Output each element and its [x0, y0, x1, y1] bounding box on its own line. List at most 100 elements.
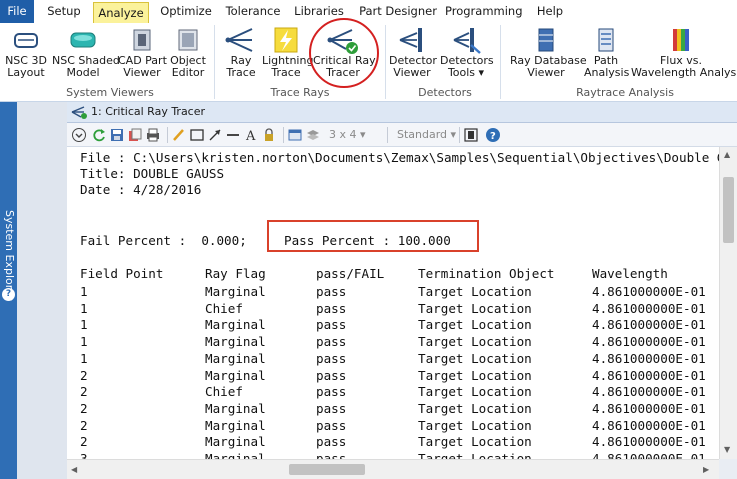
nsc-shaded-model-icon: [70, 32, 96, 48]
group-label-detectors: Detectors: [418, 86, 472, 99]
save-icon[interactable]: [109, 127, 125, 143]
cell-termination-object: Target Location: [418, 367, 532, 383]
horizontal-scroll-thumb[interactable]: [289, 464, 365, 475]
group-separator: [500, 25, 501, 99]
system-explorer-tab[interactable]: System Explorer ?: [0, 102, 17, 479]
cell-ray-flag: Marginal: [205, 400, 266, 416]
copy-icon[interactable]: [127, 127, 143, 143]
group-label-raytrace-analysis: Raytrace Analysis: [576, 86, 674, 99]
vertical-scrollbar[interactable]: ▲ ▼: [719, 147, 737, 459]
scroll-right-icon[interactable]: ▶: [703, 465, 709, 474]
menu-analyze[interactable]: Analyze: [93, 2, 149, 24]
lightning-trace-button[interactable]: Lightning Trace: [262, 25, 313, 79]
file-path-line: File : C:\Users\kristen.norton\Documents…: [80, 150, 719, 165]
path-analysis-button[interactable]: Path Analysis: [584, 25, 629, 79]
menu-file[interactable]: File: [0, 0, 34, 23]
detectors-tools-icon: [453, 28, 481, 54]
menu-optimize[interactable]: Optimize: [155, 0, 217, 23]
cell-termination-object: Target Location: [418, 317, 532, 333]
flux-vs-wavelength-button[interactable]: Flux vs. Wavelength Analysis: [631, 25, 737, 79]
cell-wavelength: 4.861000000E-01: [592, 350, 706, 366]
ray-database-viewer-button[interactable]: Ray Database Viewer: [510, 25, 587, 79]
help-icon[interactable]: ?: [2, 288, 15, 301]
cell-ray-flag: Marginal: [205, 350, 266, 366]
cell-ray-flag: Marginal: [205, 284, 266, 299]
cell-termination-object: Target Location: [418, 451, 532, 459]
fail-percent-line: Fail Percent : 0.000;: [80, 233, 247, 248]
rectangle-tool-icon[interactable]: [189, 127, 205, 143]
menu-help[interactable]: Help: [530, 0, 570, 23]
cell-field-point: 1: [80, 300, 88, 316]
cell-termination-object: Target Location: [418, 284, 532, 299]
cell-pass-fail: pass: [316, 300, 347, 316]
refresh-icon[interactable]: [91, 127, 107, 143]
cell-wavelength: 4.861000000E-01: [592, 434, 706, 450]
object-editor-button[interactable]: Object Editor: [168, 25, 208, 79]
cell-field-point: 1: [80, 317, 88, 333]
cell-termination-object: Target Location: [418, 384, 532, 400]
cell-wavelength: 4.861000000E-01: [592, 451, 706, 459]
text-tool-icon[interactable]: A: [243, 127, 259, 144]
cell-termination-object: Target Location: [418, 300, 532, 316]
settings-dropdown-icon[interactable]: [71, 127, 87, 143]
cell-field-point: 2: [80, 417, 88, 433]
nsc-3d-layout-button[interactable]: NSC 3D Layout: [4, 25, 48, 79]
nsc-shaded-model-button[interactable]: NSC Shaded Model: [52, 25, 120, 79]
cell-ray-flag: Marginal: [205, 334, 266, 350]
lock-icon[interactable]: [261, 127, 277, 143]
scroll-down-icon[interactable]: ▼: [724, 445, 730, 454]
pencil-icon[interactable]: [171, 127, 187, 143]
column-header: Ray Flag: [205, 266, 266, 281]
cell-field-point: 2: [80, 367, 88, 383]
cell-termination-object: Target Location: [418, 434, 532, 450]
fit-window-icon[interactable]: [463, 127, 479, 143]
scroll-left-icon[interactable]: ◀: [71, 465, 77, 474]
pass-percent-line: Pass Percent : 100.000: [284, 233, 451, 248]
detector-viewer-icon: [399, 28, 422, 52]
grid-size-dropdown[interactable]: 3 x 4 ▾: [329, 128, 366, 141]
detectors-tools-button[interactable]: Detectors Tools ▾: [440, 25, 494, 79]
window-layout-icon[interactable]: [287, 127, 303, 143]
detector-viewer-button[interactable]: Detector Viewer: [389, 25, 437, 79]
scroll-up-icon[interactable]: ▲: [724, 150, 730, 159]
column-header: Wavelength: [592, 266, 668, 281]
cell-pass-fail: pass: [316, 434, 347, 450]
line-tool-icon[interactable]: [225, 127, 241, 143]
cell-wavelength: 4.861000000E-01: [592, 300, 706, 316]
cell-pass-fail: pass: [316, 284, 347, 299]
menu-tolerance[interactable]: Tolerance: [222, 0, 284, 23]
cell-wavelength: 4.861000000E-01: [592, 400, 706, 416]
cell-termination-object: Target Location: [418, 334, 532, 350]
cell-pass-fail: pass: [316, 384, 347, 400]
ray-trace-button[interactable]: Ray Trace: [221, 25, 261, 79]
report-text-area[interactable]: File : C:\Users\kristen.norton\Documents…: [67, 147, 719, 459]
svg-text:A: A: [245, 129, 256, 143]
arrow-tool-icon[interactable]: [207, 127, 223, 143]
style-dropdown[interactable]: Standard ▾: [397, 128, 456, 141]
cell-pass-fail: pass: [316, 451, 347, 459]
layers-icon[interactable]: [305, 127, 321, 143]
cell-termination-object: Target Location: [418, 400, 532, 416]
horizontal-scrollbar[interactable]: ◀ ▶: [67, 459, 719, 479]
cell-pass-fail: pass: [316, 367, 347, 383]
cell-pass-fail: pass: [316, 334, 347, 350]
menu-part-designer[interactable]: Part Designer: [354, 0, 442, 23]
cell-wavelength: 4.861000000E-01: [592, 334, 706, 350]
cell-wavelength: 4.861000000E-01: [592, 367, 706, 383]
print-icon[interactable]: [145, 127, 161, 143]
help-icon[interactable]: ?: [485, 127, 501, 143]
system-explorer-label: System Explorer: [3, 210, 16, 301]
cell-pass-fail: pass: [316, 400, 347, 416]
cell-ray-flag: Marginal: [205, 367, 266, 383]
vertical-scroll-thumb[interactable]: [723, 177, 734, 243]
cell-field-point: 1: [80, 284, 88, 299]
menu-programming[interactable]: Programming: [445, 0, 523, 23]
menu-setup[interactable]: Setup: [40, 0, 88, 23]
path-analysis-icon: [598, 28, 614, 52]
left-pane: [17, 102, 67, 479]
cell-wavelength: 4.861000000E-01: [592, 417, 706, 433]
group-separator: [385, 25, 386, 99]
group-label-system-viewers: System Viewers: [66, 86, 154, 99]
cell-wavelength: 4.861000000E-01: [592, 384, 706, 400]
cad-part-viewer-button[interactable]: CAD Part Viewer: [118, 25, 167, 79]
